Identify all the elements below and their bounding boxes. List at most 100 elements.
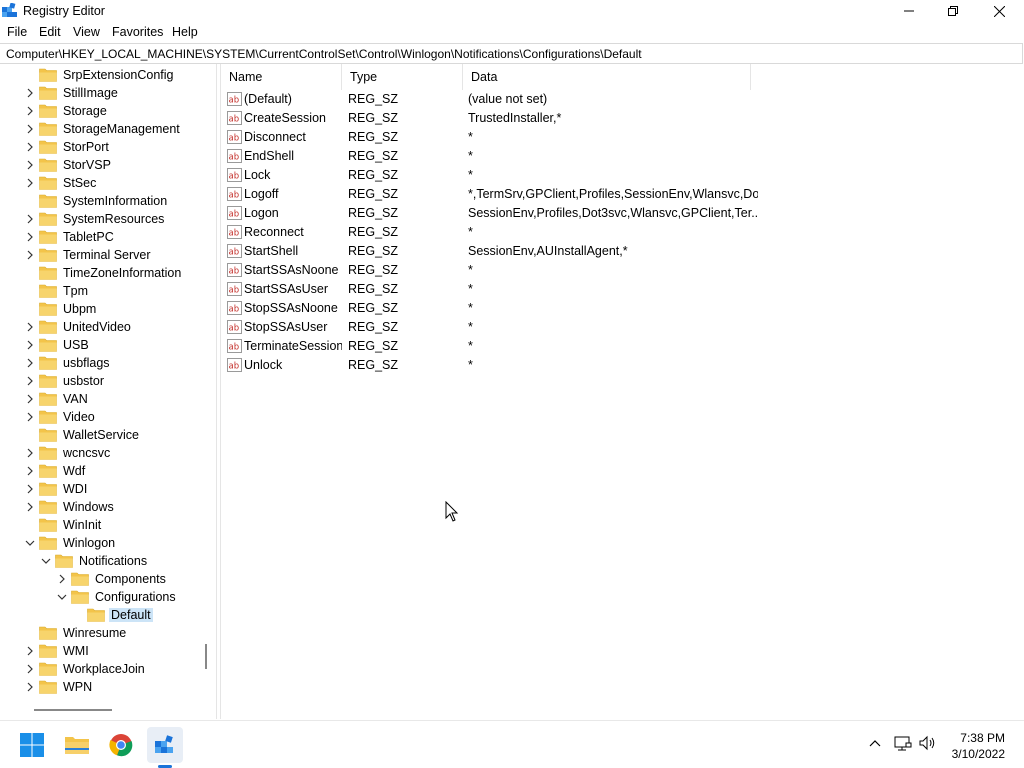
menu-view[interactable]: View — [73, 25, 100, 39]
tree-item-wcncsvc[interactable]: wcncsvc — [25, 444, 112, 462]
chevron-right-icon[interactable] — [25, 498, 35, 516]
list-item[interactable]: ab Lock REG_SZ * — [221, 166, 761, 185]
list-item[interactable]: ab CreateSession REG_SZ TrustedInstaller,* — [221, 109, 761, 128]
menu-help[interactable]: Help — [172, 25, 198, 39]
list-item[interactable]: ab TerminateSession REG_SZ * — [221, 337, 761, 356]
list-item[interactable]: ab StartSSAsNoone REG_SZ * — [221, 261, 761, 280]
chevron-down-icon[interactable] — [25, 534, 35, 552]
tree-item-tabletpc[interactable]: TabletPC — [25, 228, 116, 246]
tree-item-van[interactable]: VAN — [25, 390, 90, 408]
file-explorer-button[interactable] — [59, 727, 95, 763]
registry-editor-taskbar-button[interactable] — [147, 727, 183, 763]
list-item[interactable]: ab (Default) REG_SZ (value not set) — [221, 90, 761, 109]
tree-item-usb[interactable]: USB — [25, 336, 91, 354]
tree-item-video[interactable]: Video — [25, 408, 97, 426]
chevron-right-icon[interactable] — [25, 372, 35, 390]
chevron-right-icon[interactable] — [25, 174, 35, 192]
chevron-right-icon[interactable] — [25, 390, 35, 408]
tree-item-usbstor[interactable]: usbstor — [25, 372, 106, 390]
menu-edit[interactable]: Edit — [39, 25, 61, 39]
chevron-down-icon[interactable] — [57, 588, 67, 606]
chevron-right-icon[interactable] — [25, 480, 35, 498]
tree-item-storagemanagement[interactable]: StorageManagement — [25, 120, 182, 138]
tree-vertical-scrollbar[interactable] — [199, 64, 216, 700]
list-item[interactable]: ab StopSSAsUser REG_SZ * — [221, 318, 761, 337]
chevron-right-icon[interactable] — [25, 408, 35, 426]
tree-item-notifications[interactable]: Notifications — [41, 552, 149, 570]
chevron-right-icon[interactable] — [25, 354, 35, 372]
chrome-button[interactable] — [103, 727, 139, 763]
tree-item-default[interactable]: Default — [73, 606, 153, 624]
menu-file[interactable]: File — [7, 25, 27, 39]
tree-item-wininit[interactable]: WinInit — [25, 516, 103, 534]
list-item[interactable]: ab Reconnect REG_SZ * — [221, 223, 761, 242]
tree-item-tpm[interactable]: Tpm — [25, 282, 90, 300]
chevron-up-icon[interactable] — [869, 733, 881, 753]
list-item[interactable]: ab Logoff REG_SZ *,TermSrv,GPClient,Profile… — [221, 185, 761, 204]
tree-horizontal-scrollbar[interactable] — [0, 700, 216, 719]
chevron-right-icon[interactable] — [25, 246, 35, 264]
list-item[interactable]: ab StopSSAsNoone REG_SZ * — [221, 299, 761, 318]
tree-item-usbflags[interactable]: usbflags — [25, 354, 112, 372]
chevron-right-icon[interactable] — [25, 642, 35, 660]
tree-item-systeminformation[interactable]: SystemInformation — [25, 192, 169, 210]
chevron-right-icon[interactable] — [25, 156, 35, 174]
key-tree[interactable]: SrpExtensionConfig StillImage Storage Stora… — [0, 64, 217, 719]
tree-item-stillimage[interactable]: StillImage — [25, 84, 120, 102]
tree-item-wpn[interactable]: WPN — [25, 678, 94, 696]
list-item[interactable]: ab Logon REG_SZ SessionEnv,Profiles,Dot3svc… — [221, 204, 761, 223]
tree-item-configurations[interactable]: Configurations — [57, 588, 178, 606]
list-item[interactable]: ab StartShell REG_SZ SessionEnv,AUInstallAg… — [221, 242, 761, 261]
tree-item-wdi[interactable]: WDI — [25, 480, 89, 498]
tree-item-wdf[interactable]: Wdf — [25, 462, 87, 480]
tree-item-winlogon[interactable]: Winlogon — [25, 534, 117, 552]
column-header-name[interactable]: Name — [221, 64, 342, 90]
tree-item-wmi[interactable]: WMI — [25, 642, 91, 660]
tree-item-unitedvideo[interactable]: UnitedVideo — [25, 318, 133, 336]
start-button[interactable] — [14, 727, 50, 763]
list-item[interactable]: ab Unlock REG_SZ * — [221, 356, 761, 375]
close-button[interactable] — [976, 0, 1022, 22]
list-item[interactable]: ab EndShell REG_SZ * — [221, 147, 761, 166]
tree-item-srpextensionconfig[interactable]: SrpExtensionConfig — [25, 66, 175, 84]
chevron-down-icon[interactable] — [41, 552, 51, 570]
tree-item-systemresources[interactable]: SystemResources — [25, 210, 166, 228]
chevron-right-icon[interactable] — [25, 120, 35, 138]
network-icon[interactable] — [894, 733, 912, 753]
tree-item-components[interactable]: Components — [57, 570, 168, 588]
chevron-right-icon[interactable] — [25, 102, 35, 120]
values-list[interactable]: Name Type Data ab (Default) REG_SZ (value n… — [220, 64, 1023, 719]
list-item[interactable]: ab Disconnect REG_SZ * — [221, 128, 761, 147]
chevron-right-icon[interactable] — [25, 138, 35, 156]
chevron-right-icon[interactable] — [25, 84, 35, 102]
volume-icon[interactable] — [918, 733, 938, 753]
chevron-right-icon[interactable] — [57, 570, 67, 588]
tree-item-terminal-server[interactable]: Terminal Server — [25, 246, 153, 264]
chevron-right-icon[interactable] — [25, 444, 35, 462]
tree-item-walletservice[interactable]: WalletService — [25, 426, 141, 444]
chevron-right-icon[interactable] — [25, 210, 35, 228]
chevron-right-icon[interactable] — [25, 228, 35, 246]
maximize-button[interactable] — [930, 0, 976, 22]
chevron-right-icon[interactable] — [25, 678, 35, 696]
tree-item-timezoneinformation[interactable]: TimeZoneInformation — [25, 264, 183, 282]
tree-item-storage[interactable]: Storage — [25, 102, 109, 120]
tree-item-windows[interactable]: Windows — [25, 498, 116, 516]
chevron-right-icon[interactable] — [25, 462, 35, 480]
tree-item-winresume[interactable]: Winresume — [25, 624, 128, 642]
list-item[interactable]: ab StartSSAsUser REG_SZ * — [221, 280, 761, 299]
tree-item-workplacejoin[interactable]: WorkplaceJoin — [25, 660, 147, 678]
tree-item-stsec[interactable]: StSec — [25, 174, 98, 192]
column-header-type[interactable]: Type — [342, 64, 463, 90]
minimize-button[interactable] — [886, 0, 932, 22]
chevron-right-icon[interactable] — [25, 336, 35, 354]
clock-time[interactable]: 7:38 PM — [951, 731, 1005, 745]
chevron-right-icon[interactable] — [25, 318, 35, 336]
chevron-right-icon[interactable] — [25, 660, 35, 678]
tree-item-storport[interactable]: StorPort — [25, 138, 111, 156]
tree-item-ubpm[interactable]: Ubpm — [25, 300, 98, 318]
column-header-data[interactable]: Data — [463, 64, 751, 90]
menu-favorites[interactable]: Favorites — [112, 25, 163, 39]
address-bar[interactable]: Computer\HKEY_LOCAL_MACHINE\SYSTEM\Curre… — [0, 43, 1023, 64]
clock-date[interactable]: 3/10/2022 — [945, 747, 1005, 761]
